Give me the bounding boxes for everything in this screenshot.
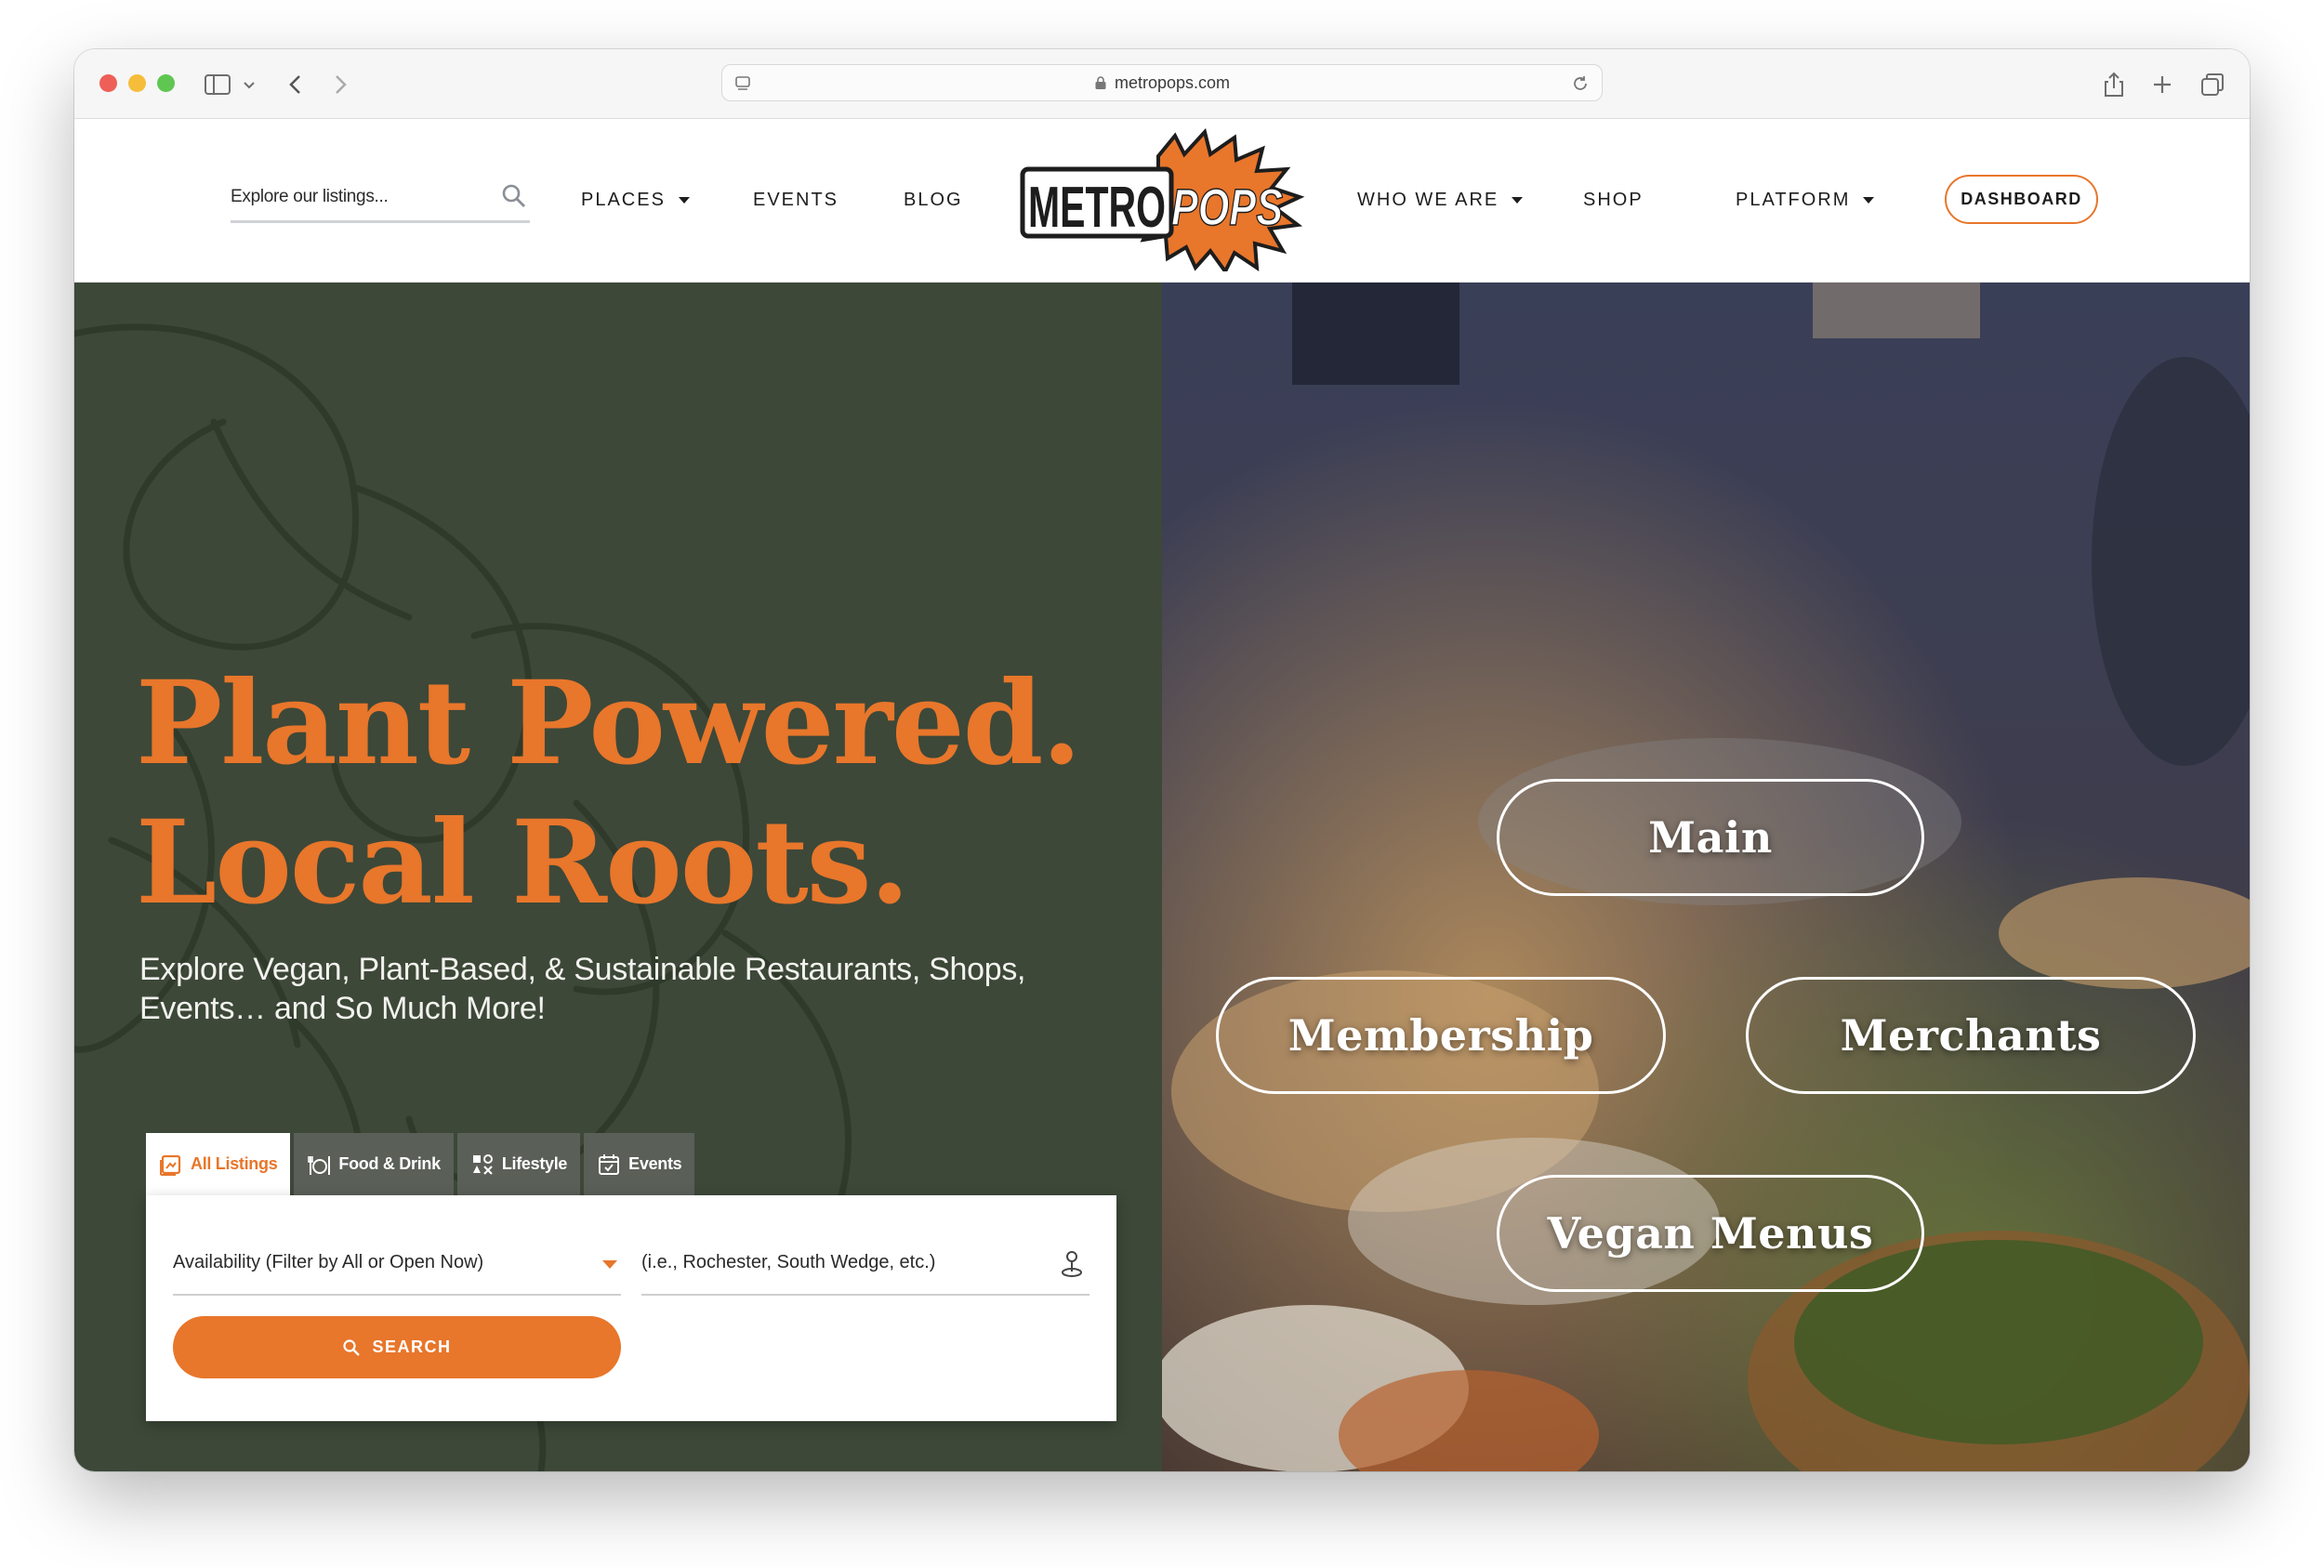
hero-title-line1: Plant Powered. [136, 656, 1082, 791]
lifestyle-icon [472, 1153, 493, 1175]
tab-events[interactable]: Events [584, 1133, 695, 1195]
search-icon[interactable] [500, 182, 528, 210]
tab-events-label: Events [628, 1154, 682, 1173]
new-tab-icon[interactable] [2144, 66, 2181, 103]
pill-main-button[interactable]: Main [1497, 779, 1924, 896]
forward-icon[interactable] [322, 66, 359, 103]
zoom-window-button[interactable] [157, 74, 175, 92]
listings-icon [160, 1154, 181, 1176]
nav-blog[interactable]: BLOG [904, 186, 963, 214]
pill-vegan-menus-button[interactable]: Vegan Menus [1497, 1175, 1924, 1292]
hero-left-panel: Plant Powered. Local Roots. Explore Vega… [74, 283, 1162, 1471]
location-pin-icon[interactable] [1058, 1247, 1086, 1279]
search-button[interactable]: SEARCH [173, 1316, 621, 1378]
window-controls [99, 74, 175, 92]
site-header: PLACES EVENTS BLOG METRO POPS WHO WE ARE… [74, 119, 2250, 283]
search-button-label: SEARCH [372, 1337, 452, 1356]
hero-title-line2: Local Roots. [136, 796, 910, 930]
location-placeholder: (i.e., Rochester, South Wedge, etc.) [641, 1251, 936, 1272]
caret-down-icon [1512, 196, 1524, 204]
calendar-icon [599, 1153, 620, 1175]
browser-window: metropops.com PLACES EVENTS BLOG [74, 49, 2250, 1471]
availability-value: Availability (Filter by All or Open Now) [173, 1251, 484, 1272]
listing-search-input[interactable] [231, 175, 491, 219]
nav-shop[interactable]: SHOP [1583, 186, 1644, 214]
listing-search [231, 175, 530, 223]
tab-food-drink[interactable]: Food & Drink [294, 1133, 454, 1195]
pill-merchants-button[interactable]: Merchants [1746, 977, 2196, 1094]
tab-all-listings[interactable]: All Listings [146, 1133, 291, 1195]
nav-events[interactable]: EVENTS [753, 186, 838, 214]
caret-down-icon [1863, 196, 1875, 204]
logo-word-metro: METRO [1028, 176, 1166, 240]
page-icon [735, 76, 750, 90]
chevron-down-icon[interactable] [238, 66, 260, 103]
nav-platform-label: PLATFORM [1736, 189, 1851, 210]
tab-food-drink-label: Food & Drink [338, 1154, 441, 1173]
listing-tabs: All Listings Food & Drink Lifestyle Even… [146, 1133, 695, 1195]
availability-select[interactable]: Availability (Filter by All or Open Now) [173, 1231, 621, 1296]
hero-title: Plant Powered. Local Roots. [136, 654, 1149, 933]
share-icon[interactable] [2095, 66, 2133, 103]
nav-shop-label: SHOP [1583, 189, 1644, 210]
lock-icon [1095, 76, 1106, 89]
food-drink-icon [308, 1155, 331, 1175]
hero-photo-panel: Main Membership Merchants Vegan Menus [1162, 283, 2250, 1471]
close-window-button[interactable] [99, 74, 117, 92]
back-icon[interactable] [277, 66, 314, 103]
tab-all-listings-label: All Listings [191, 1154, 278, 1173]
tab-overview-icon[interactable] [2194, 66, 2231, 103]
address-bar[interactable]: metropops.com [721, 64, 1603, 101]
nav-blog-label: BLOG [904, 189, 963, 210]
search-icon [343, 1338, 361, 1356]
listing-search-panel: Availability (Filter by All or Open Now)… [146, 1195, 1116, 1421]
hero-subtitle: Explore Vegan, Plant-Based, & Sustainabl… [139, 952, 1026, 1026]
sidebar-toggle-icon[interactable] [200, 66, 237, 103]
browser-toolbar: metropops.com [74, 49, 2250, 119]
logo-word-pops: POPS [1171, 178, 1283, 236]
nav-places[interactable]: PLACES [581, 186, 690, 214]
location-field[interactable]: (i.e., Rochester, South Wedge, etc.) [641, 1231, 1089, 1296]
nav-who-we-are-label: WHO WE ARE [1357, 189, 1499, 210]
dropdown-caret-icon [602, 1260, 617, 1269]
pill-membership-button[interactable]: Membership [1216, 977, 1666, 1094]
tab-lifestyle[interactable]: Lifestyle [456, 1133, 581, 1195]
nav-platform[interactable]: PLATFORM [1736, 186, 1875, 214]
dashboard-button[interactable]: DASHBOARD [1945, 175, 2098, 224]
minimize-window-button[interactable] [128, 74, 146, 92]
tab-lifestyle-label: Lifestyle [501, 1154, 568, 1173]
nav-who-we-are[interactable]: WHO WE ARE [1357, 186, 1524, 214]
nav-places-label: PLACES [581, 189, 666, 210]
url-text: metropops.com [1114, 72, 1231, 92]
reload-icon[interactable] [1570, 73, 1591, 94]
caret-down-icon [678, 196, 690, 204]
metropops-logo[interactable]: METRO POPS [1019, 128, 1307, 271]
nav-events-label: EVENTS [753, 189, 839, 210]
